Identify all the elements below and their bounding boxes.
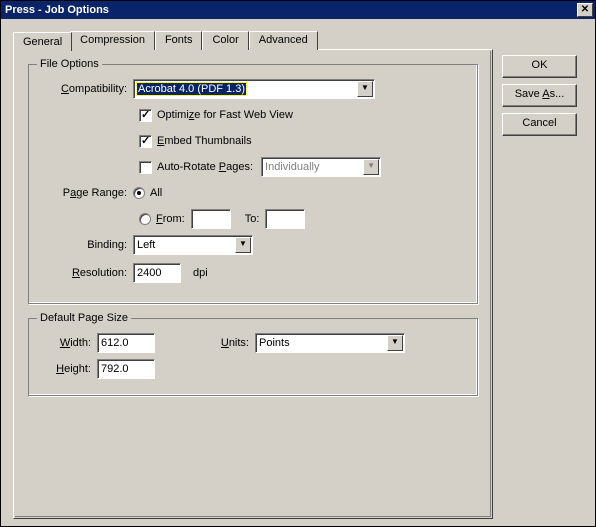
default-page-size-title: Default Page Size (37, 312, 131, 324)
page-range-from-label: From: (156, 213, 185, 225)
save-as-button[interactable]: Save As... (502, 84, 577, 107)
resolution-unit: dpi (193, 267, 208, 279)
optimize-label: Optimize for Fast Web View (157, 109, 293, 121)
dialog-window: Press - Job Options ✕ General Compressio… (0, 0, 596, 527)
checkbox-icon (139, 109, 152, 122)
chevron-down-icon: ▼ (357, 81, 373, 97)
page-range-all-label: All (150, 187, 162, 199)
optimize-checkbox[interactable]: Optimize for Fast Web View (139, 109, 293, 122)
file-options-group: File Options Compatibility: Acrobat 4.0 … (28, 64, 478, 304)
close-icon[interactable]: ✕ (577, 3, 593, 17)
window-title: Press - Job Options (5, 4, 577, 16)
resolution-label: Resolution: (41, 267, 133, 279)
page-from-input[interactable] (191, 209, 231, 229)
side-button-column: OK Save As... Cancel (502, 55, 577, 136)
compatibility-label: Compatibility: (41, 83, 133, 95)
tab-color[interactable]: Color (202, 31, 248, 50)
autorotate-select: Individually ▼ (261, 157, 381, 177)
page-range-label: Page Range: (41, 187, 133, 199)
compatibility-select[interactable]: Acrobat 4.0 (PDF 1.3) ▼ (133, 79, 375, 99)
chevron-down-icon: ▼ (363, 159, 379, 175)
page-range-from-radio[interactable]: From: (139, 213, 185, 225)
autorotate-label: Auto-Rotate Pages: (157, 161, 253, 173)
units-label: Units: (215, 337, 255, 349)
page-range-all-radio[interactable]: All (133, 187, 162, 199)
default-page-size-group: Default Page Size Width: 612.0 Units: Po… (28, 318, 478, 396)
height-label: Height: (41, 363, 97, 375)
ok-button[interactable]: OK (502, 55, 577, 78)
radio-icon (139, 213, 151, 225)
units-select[interactable]: Points ▼ (255, 333, 405, 353)
cancel-button[interactable]: Cancel (502, 113, 577, 136)
tab-fonts[interactable]: Fonts (155, 31, 203, 50)
tab-advanced[interactable]: Advanced (249, 31, 318, 50)
tab-compression[interactable]: Compression (70, 31, 155, 50)
chevron-down-icon: ▼ (387, 335, 403, 351)
width-label: Width: (41, 337, 97, 349)
resolution-input[interactable]: 2400 (133, 263, 181, 283)
titlebar: Press - Job Options ✕ (1, 1, 595, 19)
binding-label: Binding: (41, 239, 133, 251)
autorotate-checkbox[interactable]: Auto-Rotate Pages: (139, 161, 253, 174)
embed-label: Embed Thumbnails (157, 135, 252, 147)
tab-general[interactable]: General (13, 32, 72, 51)
dialog-body: General Compression Fonts Color Advanced… (1, 19, 595, 526)
chevron-down-icon: ▼ (235, 237, 251, 253)
width-input[interactable]: 612.0 (97, 333, 155, 353)
page-to-input[interactable] (265, 209, 305, 229)
radio-icon (133, 187, 145, 199)
tab-strip: General Compression Fonts Color Advanced (15, 31, 583, 50)
height-input[interactable]: 792.0 (97, 359, 155, 379)
binding-select[interactable]: Left ▼ (133, 235, 253, 255)
file-options-title: File Options (37, 58, 102, 70)
page-range-to-label: To: (245, 213, 260, 225)
embed-thumbnails-checkbox[interactable]: Embed Thumbnails (139, 135, 252, 148)
checkbox-icon (139, 135, 152, 148)
tab-panel-general: File Options Compatibility: Acrobat 4.0 … (13, 49, 493, 519)
checkbox-icon (139, 161, 152, 174)
